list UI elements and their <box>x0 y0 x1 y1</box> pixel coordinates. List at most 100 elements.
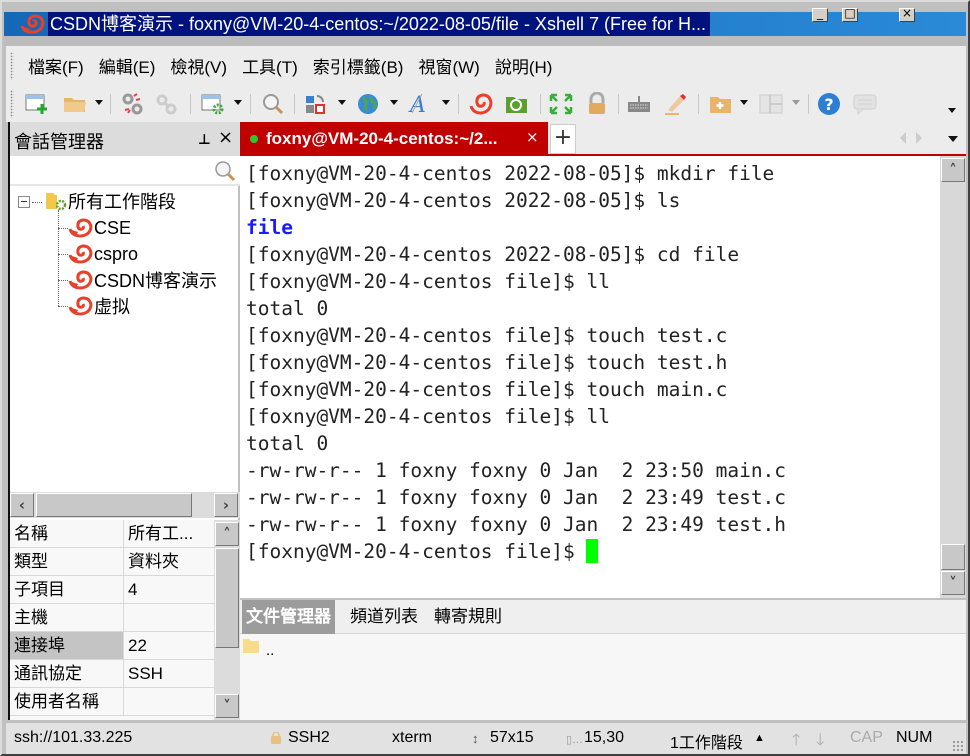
menu-grip-handle[interactable] <box>10 52 14 80</box>
terminal-cursor <box>586 539 599 563</box>
globe-icon[interactable] <box>356 92 382 116</box>
tab-forwarding-rules[interactable]: 轉寄規則 <box>430 600 506 634</box>
property-key: 通訊協定 <box>10 660 124 687</box>
scroll-up-icon[interactable]: ˄ <box>941 158 965 182</box>
scroll-down-icon[interactable]: ˅ <box>215 694 239 718</box>
hscroll-thumb[interactable] <box>36 493 192 517</box>
tab-channel-list[interactable]: 頻道列表 <box>346 600 422 634</box>
new-folder-dropdown-icon[interactable] <box>740 100 748 105</box>
toolbar: A ? <box>6 84 966 122</box>
property-key: 子項目 <box>10 576 124 603</box>
vscroll-thumb[interactable] <box>215 548 239 648</box>
scroll-right-icon[interactable]: › <box>214 493 238 517</box>
property-row[interactable]: 類型 資料夾 <box>10 548 214 576</box>
menu-help[interactable]: 說明(H) <box>495 53 553 78</box>
fullscreen-icon[interactable] <box>548 92 574 116</box>
lock-icon[interactable] <box>584 92 610 116</box>
vscroll-thumb[interactable] <box>941 544 965 570</box>
tree-item-session[interactable]: 虚拟 <box>68 293 130 319</box>
reconnect-icon[interactable] <box>154 92 180 116</box>
property-row[interactable]: 通訊協定 SSH <box>10 660 214 688</box>
property-row[interactable]: 主機 <box>10 604 214 632</box>
terminal-vscrollbar[interactable]: ˄ ˅ <box>940 156 966 598</box>
session-search-input[interactable] <box>10 156 240 186</box>
disconnect-icon[interactable] <box>120 92 146 116</box>
layout-icon[interactable] <box>758 92 784 116</box>
property-row[interactable]: 子項目 4 <box>10 576 214 604</box>
tree-connector <box>58 280 68 281</box>
transfer-dropdown-icon[interactable] <box>338 100 346 105</box>
tree-connector <box>58 254 68 255</box>
tab-list-dropdown-icon[interactable] <box>948 136 958 142</box>
terminal-prompt-line[interactable]: [foxny@VM-20-4-centos file]$ <box>246 538 786 565</box>
sessions-up-arrow-icon[interactable]: ▲ <box>754 732 765 744</box>
tree-item-session[interactable]: cspro <box>68 241 138 267</box>
status-sessions[interactable]: 1工作階段 <box>670 729 743 753</box>
menu-window[interactable]: 視窗(W) <box>418 53 479 78</box>
terminal-output[interactable]: [foxny@VM-20-4-centos 2022-08-05]$ mkdir… <box>240 156 940 598</box>
xftp-icon[interactable] <box>504 92 530 116</box>
scroll-down-icon[interactable]: ˅ <box>941 571 965 595</box>
menu-tools[interactable]: 工具(T) <box>242 53 298 78</box>
close-button[interactable]: × <box>899 6 915 22</box>
search-icon[interactable] <box>214 160 236 182</box>
session-tree-hscrollbar[interactable]: ‹ › <box>10 492 240 518</box>
property-row-selected[interactable]: 連接埠 22 <box>10 632 214 660</box>
tab-active-session[interactable]: foxny@VM-20-4-centos:~/2... × <box>240 122 548 156</box>
tab-prev-icon[interactable] <box>900 132 906 144</box>
new-folder-icon[interactable] <box>708 92 734 116</box>
session-manager-close-icon[interactable]: × <box>218 127 233 148</box>
tab-label: foxny@VM-20-4-centos:~/2... <box>266 129 498 148</box>
scroll-up-icon[interactable]: ˄ <box>215 522 239 546</box>
session-properties-icon[interactable] <box>200 92 226 116</box>
globe-dropdown-icon[interactable] <box>390 100 398 105</box>
tree-item-all-sessions[interactable]: 所有工作階段 <box>44 188 176 214</box>
toolbar-grip-handle[interactable] <box>10 90 14 118</box>
tree-item-session[interactable]: CSE <box>68 215 131 241</box>
highlight-icon[interactable] <box>662 92 688 116</box>
chat-icon[interactable] <box>852 92 878 116</box>
properties-dropdown-icon[interactable] <box>234 100 242 105</box>
xshell-icon[interactable] <box>468 92 494 116</box>
scroll-left-icon[interactable]: ‹ <box>10 493 34 517</box>
menu-view[interactable]: 檢視(V) <box>170 53 227 78</box>
properties-vscrollbar[interactable]: ˄ ˅ <box>214 520 240 720</box>
resize-grip[interactable] <box>952 740 964 752</box>
toolbar-separator <box>698 94 699 114</box>
font-dropdown-icon[interactable] <box>442 100 450 105</box>
find-icon[interactable] <box>260 92 286 116</box>
toolbar-separator <box>540 94 541 114</box>
layout-dropdown-icon[interactable] <box>792 100 800 105</box>
session-icon <box>68 296 93 316</box>
property-row[interactable]: 使用者名稱 <box>10 688 214 716</box>
pin-icon[interactable]: ⊥ <box>198 131 211 148</box>
open-folder-icon[interactable] <box>62 92 88 116</box>
property-key: 名稱 <box>10 520 124 547</box>
menu-tabs[interactable]: 索引標籤(B) <box>313 53 404 78</box>
property-key: 類型 <box>10 548 124 575</box>
menu-bar: 檔案(F) 編輯(E) 檢視(V) 工具(T) 索引標籤(B) 視窗(W) 說明… <box>6 46 966 84</box>
collapse-toggle-icon[interactable] <box>18 196 30 208</box>
transfer-icon[interactable] <box>304 92 330 116</box>
terminal-line: [foxny@VM-20-4-centos 2022-08-05]$ mkdir… <box>246 162 775 185</box>
menu-edit[interactable]: 編輯(E) <box>99 53 156 78</box>
tab-file-manager[interactable]: 文件管理器 <box>242 600 335 634</box>
open-dropdown-icon[interactable] <box>95 100 103 105</box>
font-icon[interactable]: A <box>408 92 434 116</box>
menu-file[interactable]: 檔案(F) <box>28 53 84 78</box>
keyboard-icon[interactable] <box>626 92 652 116</box>
tab-next-icon[interactable] <box>916 132 922 144</box>
session-icon <box>68 244 93 264</box>
status-cursor-position: 15,30 <box>584 729 625 746</box>
property-row[interactable]: 名稱 所有工... <box>10 520 214 548</box>
minimize-button[interactable]: _ <box>812 6 828 22</box>
tab-close-icon[interactable]: × <box>526 128 539 146</box>
tree-connector <box>32 202 42 203</box>
maximize-button[interactable]: □ <box>842 6 858 22</box>
new-session-icon[interactable] <box>24 92 50 116</box>
tree-item-session[interactable]: CSDN博客演示 <box>68 267 217 293</box>
new-tab-button[interactable]: + <box>550 124 576 154</box>
help-icon[interactable]: ? <box>816 92 842 116</box>
toolbar-overflow-icon[interactable] <box>948 108 956 113</box>
tree-connector <box>58 228 68 229</box>
